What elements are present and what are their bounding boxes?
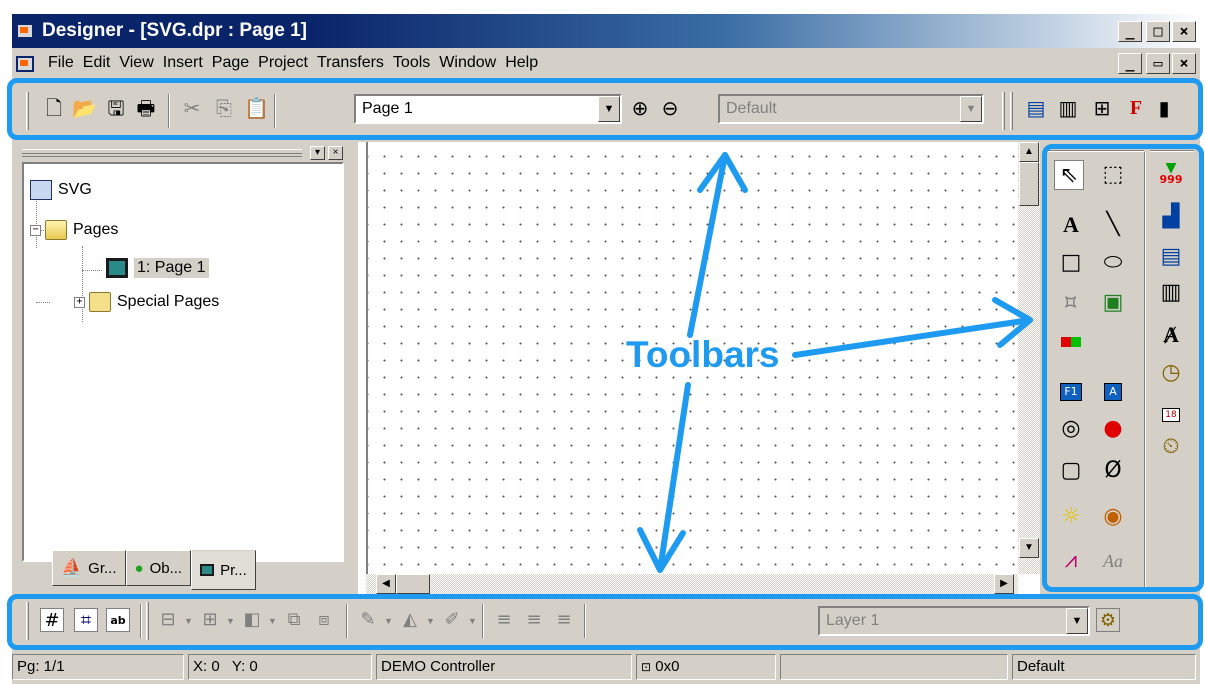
- arrow-right: [792, 317, 1033, 358]
- toolbars-label: Toolbars: [626, 334, 780, 375]
- annotation-arrows: [637, 152, 1033, 573]
